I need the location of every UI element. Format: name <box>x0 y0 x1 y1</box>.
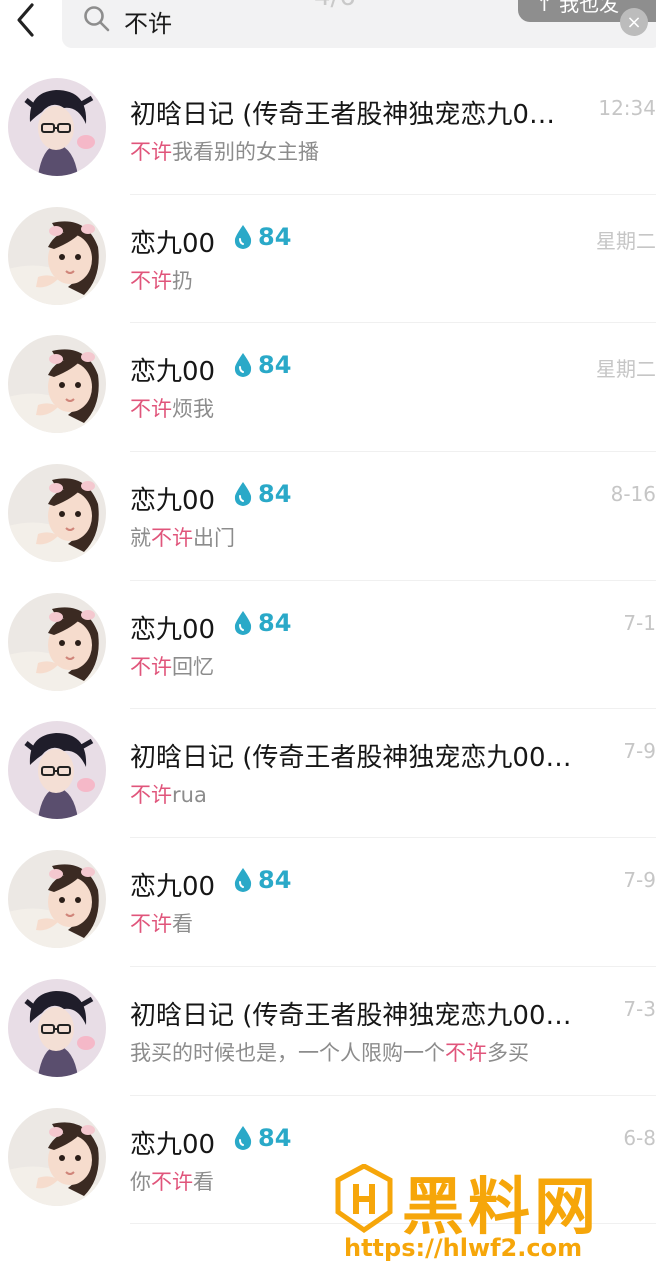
preview-suffix: rua <box>172 783 207 808</box>
search-icon <box>84 6 110 32</box>
message-preview: 你不许看 <box>130 1166 214 1196</box>
preview-suffix: 回忆 <box>172 654 214 679</box>
conversation-row[interactable]: 初晗日记 (传奇王者股神独宠恋九0… 12:34 不许我看别的女主播 <box>0 66 656 195</box>
search-input[interactable]: 不许 <box>124 4 172 39</box>
streak-badge: 84 <box>232 480 291 508</box>
streak-count: 84 <box>258 480 292 509</box>
search-highlight: 不许 <box>130 912 172 937</box>
streak-count: 84 <box>258 351 292 380</box>
message-preview: 就不许出门 <box>130 522 235 552</box>
search-highlight: 不许 <box>130 783 172 808</box>
preview-suffix: 烦我 <box>172 397 214 422</box>
conversation-row[interactable]: 初晗日记 (传奇王者股神独宠恋九00… 7-9 不许rua <box>0 709 656 839</box>
message-preview: 不许回忆 <box>130 651 214 681</box>
search-highlight: 不许 <box>130 654 172 679</box>
avatar[interactable] <box>8 335 106 434</box>
preview-prefix: 就 <box>130 526 151 551</box>
search-highlight: 不许 <box>130 397 172 422</box>
conversation-row[interactable]: 恋九00 84 星期二不许扔 <box>0 195 656 324</box>
water-drop-icon <box>234 1125 252 1150</box>
preview-suffix: 看 <box>193 1169 214 1194</box>
streak-count: 84 <box>258 222 292 251</box>
message-time: 7-9 <box>623 739 656 764</box>
conversation-row[interactable]: 恋九00 84 8-16 就不许出门 <box>0 452 656 581</box>
message-time: 7-9 <box>623 868 656 893</box>
contact-name: 恋九00 <box>130 228 216 259</box>
preview-suffix: 出门 <box>193 526 235 551</box>
conversation-row[interactable]: 恋九00 84 7-9 不许看 <box>0 838 656 967</box>
streak-count: 84 <box>258 866 292 895</box>
water-drop-icon <box>234 610 252 635</box>
message-preview: 不许烦我 <box>130 393 214 423</box>
message-time: 星期二 <box>596 228 656 253</box>
search-highlight: 不许 <box>151 1169 193 1194</box>
search-highlight: 不许 <box>130 268 172 293</box>
search-highlight: 不许 <box>130 140 172 164</box>
avatar[interactable] <box>8 592 106 691</box>
avatar[interactable] <box>8 1107 106 1206</box>
contact-name: 初晗日记 (传奇王者股神独宠恋九0… <box>130 100 555 130</box>
avatar[interactable] <box>8 721 106 820</box>
contact-name: 恋九00 <box>130 1129 216 1160</box>
avatar[interactable] <box>8 206 106 305</box>
message-preview: 不许我看别的女主播 <box>130 136 319 166</box>
message-time: 7-1 <box>623 610 656 635</box>
conversation-row[interactable]: 恋九00 84 7-1 不许回忆 <box>0 581 656 710</box>
contact-name: 初晗日记 (传奇王者股神独宠恋九00… <box>130 743 572 774</box>
message-time: 7-3 <box>623 996 656 1021</box>
avatar[interactable] <box>8 464 106 563</box>
watermark-url: https://hlwf2.com <box>344 1234 583 1262</box>
preview-prefix: 我买的时候也是，一个人限购一个 <box>130 1040 445 1065</box>
contact-name: 恋九00 <box>130 357 216 388</box>
result-counter: 4/6 <box>314 0 356 12</box>
message-preview: 不许rua <box>130 779 207 809</box>
message-time: 8-16 <box>610 482 656 507</box>
streak-badge: 84 <box>232 351 291 379</box>
contact-name: 恋九00 <box>130 872 216 903</box>
search-highlight: 不许 <box>151 526 193 551</box>
message-preview: 不许看 <box>130 908 193 938</box>
message-time: 12:34 <box>598 96 656 120</box>
streak-badge: 84 <box>232 609 291 637</box>
message-preview: 我买的时候也是，一个人限购一个不许多买 <box>130 1037 529 1067</box>
chevron-left-icon <box>17 3 34 37</box>
conversation-row[interactable]: 初晗日记 (传奇王者股神独宠恋九00… 7-3 我买的时候也是，一个人限购一个不许多… <box>0 967 656 1096</box>
preview-suffix: 扔 <box>172 268 193 293</box>
clear-search-button[interactable]: × <box>620 8 648 36</box>
conversation-row[interactable]: 恋九00 84 星期二不许烦我 <box>0 323 656 453</box>
contact-name: 恋九00 <box>130 614 216 645</box>
water-drop-icon <box>234 353 252 378</box>
back-button[interactable] <box>6 0 46 40</box>
streak-count: 84 <box>258 608 292 637</box>
streak-count: 84 <box>258 1123 292 1152</box>
conversation-list: 初晗日记 (传奇王者股神独宠恋九0… 12:34 不许我看别的女主播 恋九00 84 星期… <box>0 66 656 1225</box>
streak-badge: 84 <box>232 223 291 251</box>
preview-prefix: 你 <box>130 1169 151 1194</box>
preview-suffix: 我看别的女主播 <box>172 140 319 164</box>
water-drop-icon <box>234 482 252 507</box>
avatar[interactable] <box>8 850 106 949</box>
top-bar: 不许 4/6 ↑ 我也发 × <box>0 0 656 56</box>
preview-suffix: 多买 <box>487 1040 529 1065</box>
search-highlight: 不许 <box>445 1040 487 1065</box>
contact-name: 恋九00 <box>130 486 216 517</box>
watermark: 黑料网 https://hlwf2.com <box>334 1160 634 1270</box>
watermark-logo-icon <box>335 1164 393 1234</box>
message-time: 星期二 <box>596 357 656 382</box>
contact-name: 初晗日记 (传奇王者股神独宠恋九00… <box>130 1000 572 1031</box>
streak-badge: 84 <box>232 866 291 894</box>
streak-badge: 84 <box>232 1124 291 1152</box>
message-time: 6-8 <box>623 1125 656 1150</box>
water-drop-icon <box>234 224 252 249</box>
avatar[interactable] <box>8 978 106 1077</box>
water-drop-icon <box>234 868 252 893</box>
watermark-title: 黑料网 <box>402 1170 601 1243</box>
message-preview: 不许扔 <box>130 265 193 295</box>
preview-suffix: 看 <box>172 912 193 937</box>
avatar[interactable] <box>8 78 106 176</box>
